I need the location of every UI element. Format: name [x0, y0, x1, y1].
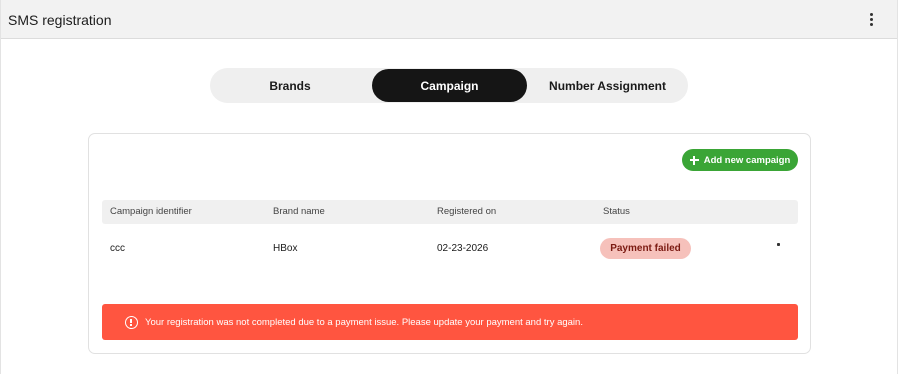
page-title: SMS registration	[8, 12, 112, 28]
more-vertical-icon[interactable]	[867, 13, 875, 26]
add-new-campaign-button[interactable]: Add new campaign	[682, 149, 798, 171]
registered-on-cell: 02-23-2026	[437, 243, 489, 254]
table-header: Campaign identifier Brand name Registere…	[102, 200, 798, 224]
header-bar: SMS registration	[1, 0, 897, 39]
add-new-campaign-label: Add new campaign	[703, 154, 791, 166]
page: SMS registration Brands Campaign Number …	[0, 0, 898, 374]
plus-icon	[689, 155, 699, 165]
payment-error-alert: Your registration was not completed due …	[102, 304, 798, 340]
row-more-vertical-icon[interactable]	[775, 243, 781, 256]
tab-switcher: Brands Campaign Number Assignment	[210, 68, 688, 103]
alert-message: Your registration was not completed due …	[145, 316, 583, 328]
tab-number-assignment[interactable]: Number Assignment	[529, 69, 686, 102]
alert-circle-icon	[125, 315, 138, 329]
tab-campaign[interactable]: Campaign	[372, 69, 527, 102]
table-row: ccc HBox 02-23-2026 Payment failed	[102, 237, 798, 261]
column-header-status: Status	[603, 206, 630, 217]
column-header-registered-on: Registered on	[437, 206, 497, 217]
column-header-campaign-identifier: Campaign identifier	[110, 206, 192, 217]
column-header-brand-name: Brand name	[273, 206, 325, 217]
campaign-card: Add new campaign Campaign identifier Bra…	[88, 133, 811, 354]
tab-brands[interactable]: Brands	[210, 69, 370, 102]
status-badge: Payment failed	[600, 238, 691, 259]
campaign-identifier-cell: ccc	[110, 243, 125, 254]
brand-name-cell: HBox	[273, 243, 298, 254]
